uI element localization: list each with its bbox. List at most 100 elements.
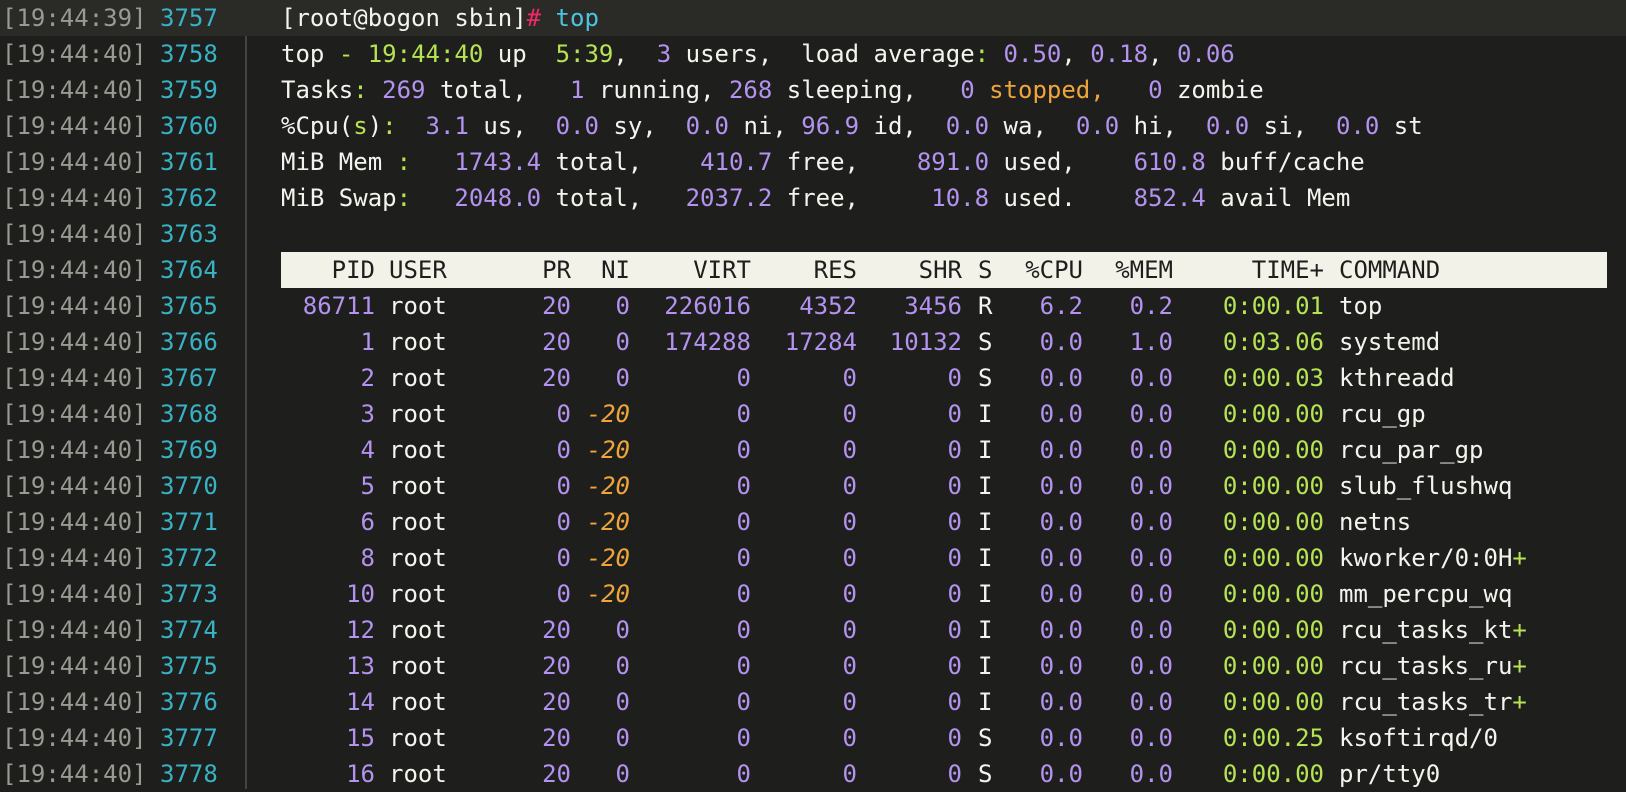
cell-mem: 0.0: [1129, 364, 1173, 392]
header-command[interactable]: COMMAND: [1339, 252, 1440, 288]
process-table-header: PID USER PR NI VIRT RES SHR S %CPU %MEM …: [281, 252, 1607, 288]
header-cpu[interactable]: %CPU: [1011, 252, 1083, 288]
cell-mem: 0.0: [1129, 652, 1173, 680]
table-row[interactable]: [19:44:40] 3778 16 root 20 0 0 0 0 S 0.0 0.0 0:00.00…: [0, 756, 1626, 792]
timestamp: [19:44:40]: [2, 400, 147, 428]
timestamp: [19:44:40]: [2, 184, 147, 212]
line-number: 3757: [160, 4, 218, 32]
table-row[interactable]: [19:44:40] 3770 5 root 0 -20 0 0 0 I 0.0 0.0 0:00.00…: [0, 468, 1626, 504]
swap-line: MiB Swap: 2048.0 total, 2037.2 free, 10.…: [281, 184, 1351, 212]
cell-user: root: [389, 616, 447, 644]
header-pr[interactable]: PR: [521, 252, 571, 288]
current-time: 19:44:40: [367, 40, 484, 68]
line-number: 3770: [160, 472, 218, 500]
cell-pr: 20: [542, 688, 571, 716]
timestamp: [19:44:39]: [2, 4, 147, 32]
cell-time: 0:00.03: [1222, 364, 1324, 392]
cell-pr: 20: [542, 760, 571, 788]
table-row[interactable]: [19:44:40] 3769 4 root 0 -20 0 0 0 I 0.0 0.0 0:00.00…: [0, 432, 1626, 468]
cell-user: root: [389, 436, 447, 464]
cell-pid: 8: [360, 544, 375, 572]
cell-virt: 0: [736, 724, 751, 752]
header-res[interactable]: RES: [761, 252, 857, 288]
line-number: 3771: [160, 508, 218, 536]
timestamp: [19:44:40]: [2, 292, 147, 320]
cell-ni: 0: [615, 652, 630, 680]
header-time[interactable]: TIME+: [1211, 252, 1324, 288]
table-row[interactable]: [19:44:40] 3765 86711 root 20 0 226016 4352 3456…: [0, 288, 1626, 324]
line-number: 3776: [160, 688, 218, 716]
prompt-symbol: #: [526, 4, 542, 32]
header-user[interactable]: USER: [389, 252, 447, 288]
cell-res: 0: [842, 400, 857, 428]
cell-res: 0: [842, 760, 857, 788]
line-number: 3759: [160, 76, 218, 104]
cell-res: 4352: [799, 292, 857, 320]
table-row[interactable]: [19:44:40] 3772 8 root 0 -20 0 0 0 I 0.0 0.0 0:00.00…: [0, 540, 1626, 576]
table-row[interactable]: [19:44:40] 3767 2 root 20 0 0 0 0 S 0.0 0.0 0:00.03 k…: [0, 360, 1626, 396]
cell-pid: 4: [360, 436, 375, 464]
table-row[interactable]: [19:44:40] 3777 15 root 20 0 0 0 0 S 0.0 0.0 0:00.25…: [0, 720, 1626, 756]
prompt-user-host: [root@bogon sbin]: [281, 4, 527, 32]
line-number: 3766: [160, 328, 218, 356]
timestamp: [19:44:40]: [2, 76, 147, 104]
line-number: 3768: [160, 400, 218, 428]
table-row[interactable]: [19:44:40] 3776 14 root 20 0 0 0 0 I 0.0 0.0 0:00.00…: [0, 684, 1626, 720]
line-number: 3769: [160, 436, 218, 464]
terminal-window[interactable]: [19:44:39] 3757 [root@bogon sbin]# top […: [0, 0, 1626, 789]
load-15: 0.06: [1176, 40, 1235, 68]
header-state[interactable]: S: [978, 252, 992, 288]
cell-cpu: 0.0: [1039, 580, 1083, 608]
cell-virt: 0: [736, 652, 751, 680]
terminal-line-prompt[interactable]: [19:44:39] 3757 [root@bogon sbin]# top: [0, 0, 1626, 36]
table-row[interactable]: [19:44:40] 3773 10 root 0 -20 0 0 0 I 0.0 0.0 0:00.0…: [0, 576, 1626, 612]
table-row[interactable]: [19:44:40] 3766 1 root 20 0 174288 17284 10132 S 0…: [0, 324, 1626, 360]
header-virt[interactable]: VIRT: [641, 252, 751, 288]
line-number: 3775: [160, 652, 218, 680]
cell-pr: 20: [542, 328, 571, 356]
line-number: 3761: [160, 148, 218, 176]
cell-mem: 0.0: [1129, 760, 1173, 788]
header-shr[interactable]: SHR: [871, 252, 962, 288]
table-row[interactable]: [19:44:40] 3775 13 root 20 0 0 0 0 I 0.0 0.0 0:00.00…: [0, 648, 1626, 684]
cell-pr: 0: [556, 580, 571, 608]
table-row[interactable]: [19:44:40] 3771 6 root 0 -20 0 0 0 I 0.0 0.0 0:00.00…: [0, 504, 1626, 540]
line-number: 3760: [160, 112, 218, 140]
cell-shr: 0: [947, 652, 962, 680]
cell-user: root: [389, 688, 447, 716]
header-ni[interactable]: NI: [581, 252, 630, 288]
cell-s: S: [978, 760, 993, 788]
cell-shr: 0: [947, 688, 962, 716]
line-number: 3778: [160, 760, 218, 788]
line-number: 3773: [160, 580, 218, 608]
cell-res: 0: [842, 580, 857, 608]
header-mem[interactable]: %MEM: [1101, 252, 1173, 288]
timestamp: [19:44:40]: [2, 436, 147, 464]
cell-pid: 10: [346, 580, 375, 608]
timestamp: [19:44:40]: [2, 112, 147, 140]
cell-virt: 0: [736, 400, 751, 428]
cell-res: 0: [842, 544, 857, 572]
cell-virt: 0: [736, 760, 751, 788]
cell-mem: 0.0: [1129, 580, 1173, 608]
cell-virt: 0: [736, 364, 751, 392]
cell-cpu: 0.0: [1039, 508, 1083, 536]
table-row[interactable]: [19:44:40] 3768 3 root 0 -20 0 0 0 I 0.0 0.0 0:00.00…: [0, 396, 1626, 432]
cell-ni: 0: [615, 688, 630, 716]
cell-s: I: [978, 652, 993, 680]
cell-user: root: [389, 328, 447, 356]
cell-virt: 0: [736, 580, 751, 608]
table-row[interactable]: [19:44:40] 3774 12 root 20 0 0 0 0 I 0.0 0.0 0:00.00…: [0, 612, 1626, 648]
cell-res: 0: [842, 436, 857, 464]
cell-time: 0:00.00: [1222, 580, 1324, 608]
cell-ni: -20: [586, 580, 630, 608]
cell-cmd: top: [1339, 292, 1383, 320]
cell-cmd: mm_percpu_wq: [1339, 580, 1513, 608]
cell-mem: 0.0: [1129, 400, 1173, 428]
cell-s: I: [978, 544, 993, 572]
header-pid[interactable]: PID: [281, 252, 375, 288]
cell-pr: 20: [542, 364, 571, 392]
cell-user: root: [389, 472, 447, 500]
cell-mem: 0.2: [1129, 292, 1173, 320]
cell-ni: -20: [586, 508, 630, 536]
